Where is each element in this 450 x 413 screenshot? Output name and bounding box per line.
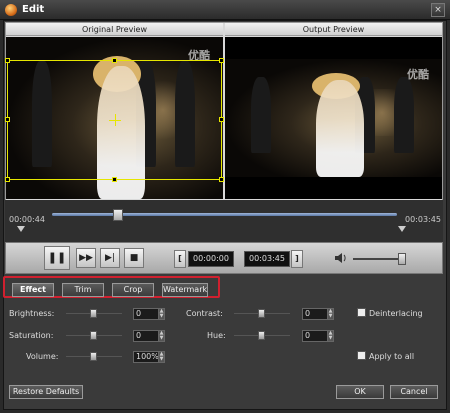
- stop-button[interactable]: ■: [124, 248, 144, 268]
- saturation-knob[interactable]: [90, 331, 97, 340]
- video-watermark: 优酷: [406, 68, 429, 82]
- trim-end-marker[interactable]: [398, 226, 406, 232]
- fast-forward-button[interactable]: ▶▶: [76, 248, 96, 268]
- saturation-input[interactable]: 0: [133, 330, 159, 342]
- crop-handle[interactable]: [219, 58, 224, 63]
- deinterlacing-label: Deinterlacing: [369, 309, 423, 318]
- close-button[interactable]: ×: [431, 3, 445, 17]
- output-preview-label: Output Preview: [225, 23, 442, 36]
- hue-label: Hue:: [207, 331, 226, 340]
- original-preview-label: Original Preview: [6, 23, 223, 36]
- crop-handle[interactable]: [219, 117, 224, 122]
- trim-start-time[interactable]: 00:00:00: [188, 251, 234, 267]
- app-icon: [5, 4, 17, 16]
- set-start-button[interactable]: [: [174, 250, 186, 268]
- total-time: 00:03:45: [405, 215, 441, 224]
- contrast-knob[interactable]: [258, 309, 265, 318]
- brightness-knob[interactable]: [90, 309, 97, 318]
- apply-to-all-checkbox[interactable]: [357, 351, 366, 360]
- restore-defaults-button[interactable]: Restore Defaults: [9, 385, 83, 399]
- contrast-input[interactable]: 0: [302, 308, 328, 320]
- speaker-icon[interactable]: [334, 251, 348, 265]
- hue-input[interactable]: 0: [302, 330, 328, 342]
- set-end-button[interactable]: ]: [291, 250, 303, 268]
- contrast-label: Contrast:: [186, 309, 223, 318]
- saturation-spinner[interactable]: ▲ ▼: [158, 330, 165, 342]
- tab-crop[interactable]: Crop: [112, 283, 154, 297]
- tab-effect[interactable]: Effect: [12, 283, 54, 297]
- volume-spinner[interactable]: ▲ ▼: [158, 351, 165, 363]
- deinterlacing-checkbox[interactable]: [357, 308, 366, 317]
- crop-handle[interactable]: [112, 177, 117, 182]
- trim-end-time[interactable]: 00:03:45: [244, 251, 290, 267]
- seek-knob[interactable]: [112, 209, 123, 221]
- crop-handle[interactable]: [5, 177, 10, 182]
- volume-label: Volume:: [26, 352, 59, 361]
- seek-track[interactable]: [52, 213, 397, 216]
- contrast-spinner[interactable]: ▲ ▼: [327, 308, 334, 320]
- crop-handle[interactable]: [5, 58, 10, 63]
- brightness-spinner[interactable]: ▲ ▼: [158, 308, 165, 320]
- timeline: [5, 200, 443, 242]
- cancel-button[interactable]: Cancel: [390, 385, 438, 399]
- saturation-label: Saturation:: [9, 331, 54, 340]
- current-time: 00:00:44: [9, 215, 45, 224]
- volume-track[interactable]: [353, 258, 405, 260]
- volume-input[interactable]: 100%: [133, 351, 159, 363]
- ok-button[interactable]: OK: [336, 385, 384, 399]
- trim-start-marker[interactable]: [17, 226, 25, 232]
- apply-to-all-label: Apply to all: [369, 352, 415, 361]
- title-bar: [0, 0, 450, 20]
- crop-handle[interactable]: [5, 117, 10, 122]
- output-video: 优酷: [225, 37, 442, 199]
- crop-handle[interactable]: [219, 177, 224, 182]
- hue-spinner[interactable]: ▲ ▼: [327, 330, 334, 342]
- brightness-input[interactable]: 0: [133, 308, 159, 320]
- crop-handle[interactable]: [112, 58, 117, 63]
- crop-center-marker: [115, 114, 116, 126]
- window-title: Edit: [22, 4, 45, 15]
- pause-button[interactable]: ❚❚: [44, 246, 70, 270]
- hue-knob[interactable]: [258, 331, 265, 340]
- volume-knob[interactable]: [398, 253, 407, 265]
- volume-slider-knob[interactable]: [90, 352, 97, 361]
- brightness-label: Brightness:: [9, 309, 55, 318]
- tab-trim[interactable]: Trim: [62, 283, 104, 297]
- next-frame-button[interactable]: ▶|: [100, 248, 120, 268]
- tab-watermark[interactable]: Watermark: [162, 283, 208, 297]
